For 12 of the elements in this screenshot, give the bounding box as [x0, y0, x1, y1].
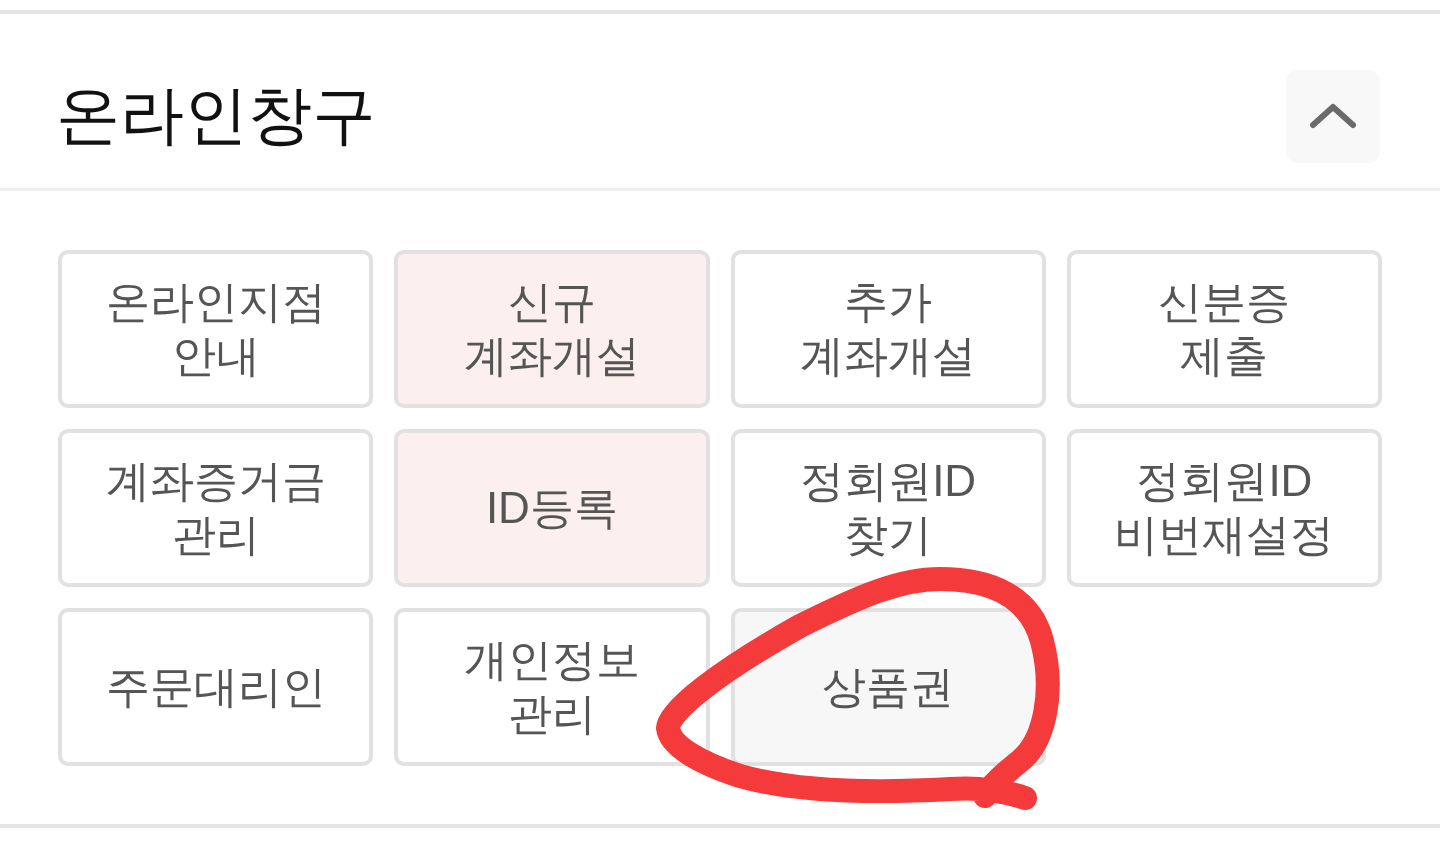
service-button[interactable]: 온라인지점 안내 — [58, 250, 374, 408]
service-button[interactable]: 신규 계좌개설 — [394, 250, 710, 408]
service-button[interactable]: 추가 계좌개설 — [730, 250, 1046, 408]
collapse-button[interactable] — [1286, 69, 1380, 163]
service-button[interactable]: 계좌증거금 관리 — [58, 429, 374, 587]
service-button[interactable]: 정회원ID 찾기 — [730, 429, 1046, 587]
service-button[interactable]: 주문대리인 — [58, 608, 374, 766]
service-button[interactable]: 신분증 제출 — [1066, 250, 1382, 408]
service-button[interactable]: ID등록 — [394, 429, 710, 587]
service-button[interactable]: 정회원ID 비번재설정 — [1066, 429, 1382, 587]
service-button[interactable]: 개인정보 관리 — [394, 608, 710, 766]
section-title: 온라인창구 — [56, 79, 376, 153]
